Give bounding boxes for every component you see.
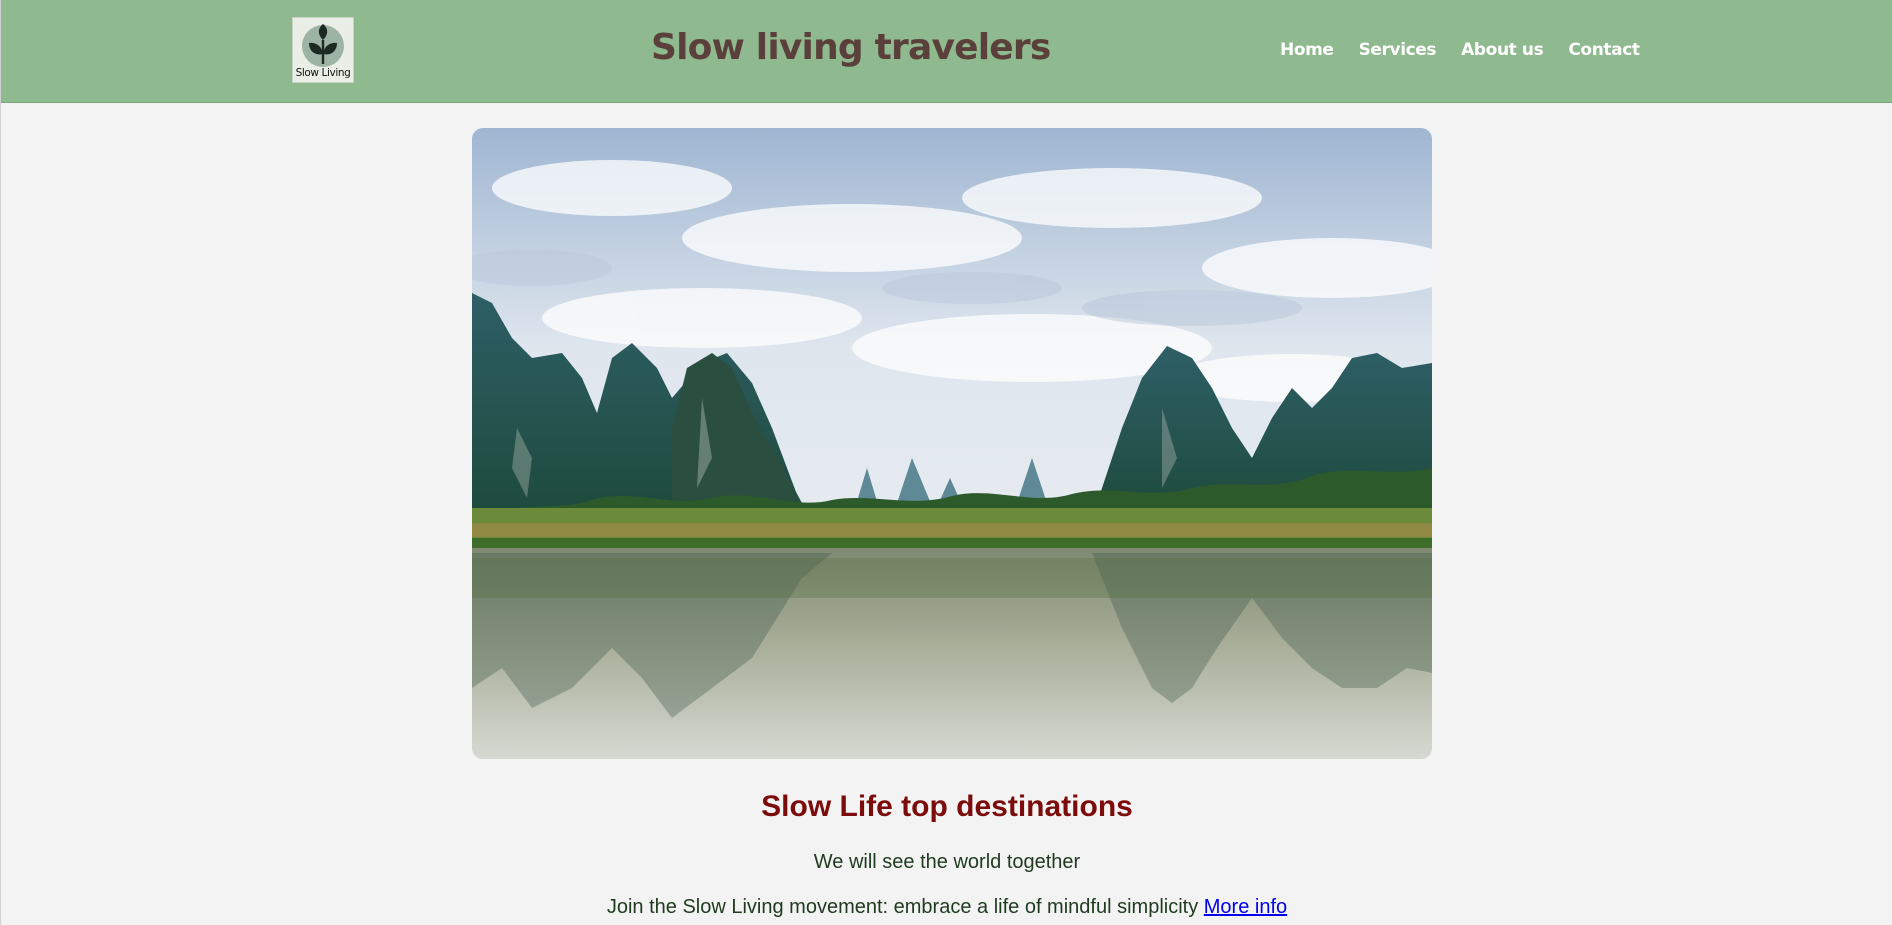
- logo[interactable]: Slow Living: [292, 17, 354, 83]
- main-nav: Home Services About us Contact: [1280, 40, 1640, 60]
- site-title: Slow living travelers: [651, 27, 1051, 68]
- nav-contact[interactable]: Contact: [1568, 40, 1640, 60]
- nav-home[interactable]: Home: [1280, 40, 1334, 60]
- site-header: Slow Living Slow living travelers Home S…: [1, 0, 1892, 103]
- hero-image: [472, 128, 1432, 759]
- more-info-link[interactable]: More info: [1204, 896, 1287, 918]
- section-headline: Slow Life top destinations: [761, 790, 1133, 823]
- section-tagline: Join the Slow Living movement: embrace a…: [1, 896, 1892, 919]
- page: Slow Living Slow living travelers Home S…: [0, 0, 1892, 925]
- tagline-text: Join the Slow Living movement: embrace a…: [606, 896, 1199, 918]
- nav-about-us[interactable]: About us: [1461, 40, 1544, 60]
- section-subtitle: We will see the world together: [813, 851, 1081, 873]
- logo-text: Slow Living: [295, 67, 351, 79]
- nav-services[interactable]: Services: [1359, 40, 1437, 60]
